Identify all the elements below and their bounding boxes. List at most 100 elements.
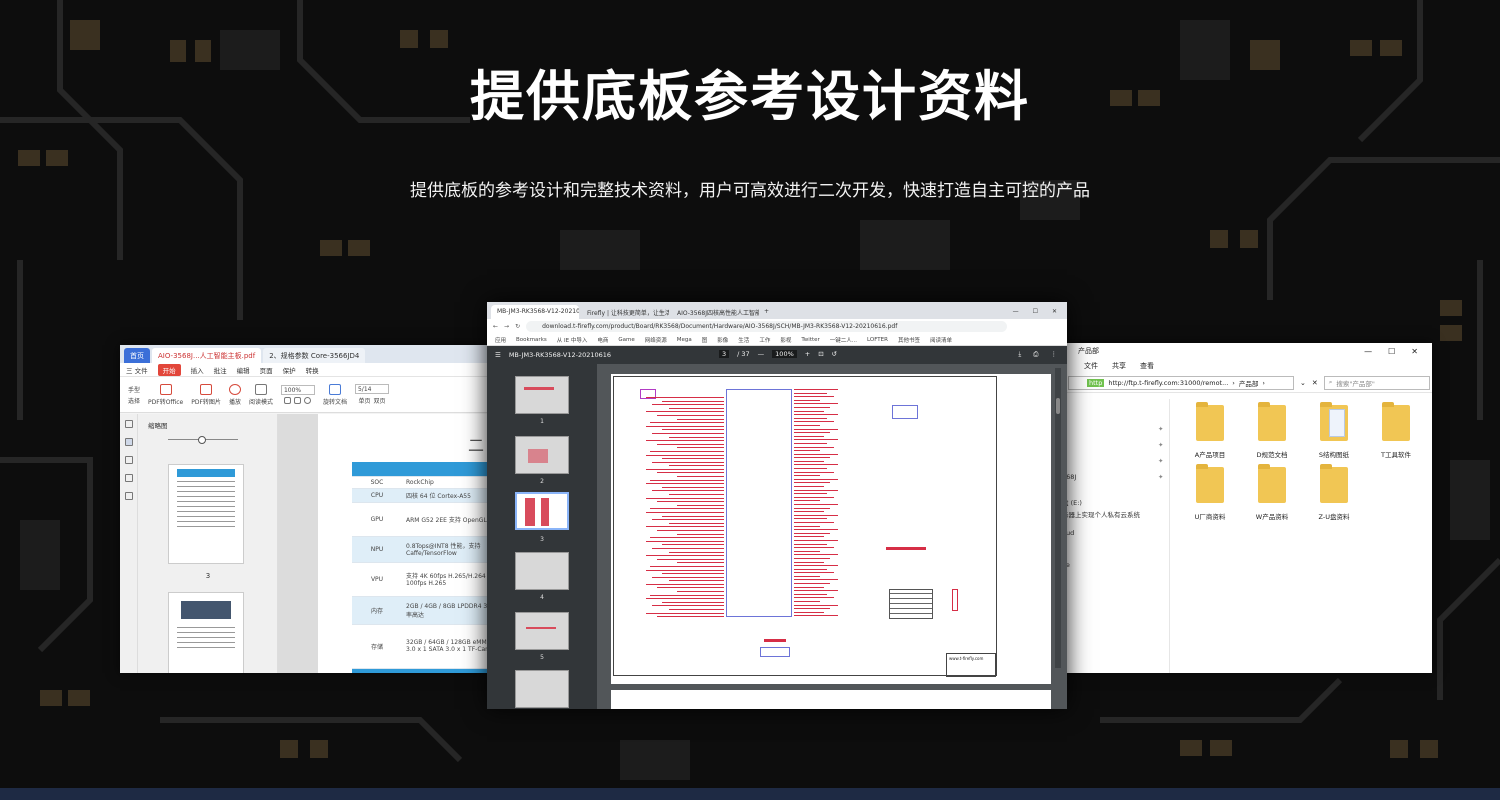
close-address-icon[interactable]: ✕ [1312,379,1318,387]
minimize-icon[interactable]: — [1364,347,1372,356]
double-page-button[interactable]: 双页 [373,396,385,405]
bookmark-item[interactable]: 其他书签 [898,336,920,344]
bookmark-item[interactable]: Bookmarks [516,337,547,343]
menu-protect[interactable]: 保护 [283,365,296,375]
menu-convert[interactable]: 转换 [306,365,319,375]
bookmark-item[interactable]: 生活 [738,336,749,344]
select-tool-button[interactable]: 选择 [128,396,140,405]
more-icon[interactable]: ⋮ [1051,350,1058,359]
breadcrumb[interactable]: 产品部 [1239,378,1259,388]
single-page-button[interactable]: 单页 [358,396,370,405]
folder-item[interactable]: T工具软件 [1366,402,1426,459]
fit-page-icon[interactable]: ⊡ [818,350,823,358]
zoom-in-icon[interactable]: + [805,350,810,358]
signature-icon[interactable] [124,492,133,500]
rotate-icon[interactable]: ↺ [832,350,837,358]
rotate-doc-button[interactable]: 旋转文档 [323,383,347,406]
bookmark-item[interactable]: Game [618,337,634,343]
ribbon-view[interactable]: 查看 [1140,361,1154,371]
url-bar[interactable]: download.t-firefly.com/product/Board/RK3… [526,321,1007,332]
bookmark-item[interactable]: 工作 [759,336,770,344]
folder-item[interactable]: S结构图纸 [1304,402,1364,459]
bookmark-icon[interactable] [124,420,133,428]
thumbnail-icon[interactable] [124,438,133,446]
tab-aio-3568j[interactable]: AIO-3568J四核高性能人工智能... [671,305,759,319]
ribbon-file[interactable]: 文件 [1084,361,1098,371]
pdf-thumbnail[interactable] [515,436,569,474]
menu-insert[interactable]: 插入 [191,365,204,375]
comment-icon[interactable] [124,456,133,464]
folder-item[interactable]: A产品项目 [1180,402,1240,459]
search-input[interactable]: ⌕ 搜索"产品部" [1323,375,1430,390]
menu-file[interactable]: 三 文件 [126,365,148,375]
bookmark-item[interactable]: 图 [702,336,708,344]
bookmark-item[interactable]: 一键二人... [830,336,857,344]
chevron-down-icon[interactable]: ⌄ [1300,379,1306,387]
maximize-icon[interactable]: ☐ [1033,308,1038,315]
pdf-thumbnail-selected[interactable] [515,492,569,530]
menu-icon[interactable]: ☰ [495,351,501,359]
fit-page-icon[interactable] [284,397,292,404]
menu-page[interactable]: 页面 [260,365,273,375]
nav-item[interactable]: 务器上实现个人私有云系统 [1062,509,1140,519]
page-thumbnail[interactable] [168,592,244,673]
bookmark-item[interactable]: 电商 [597,336,608,344]
hand-tool-button[interactable]: 手型 [128,385,140,394]
close-icon[interactable]: ✕ [1411,347,1418,356]
maximize-icon[interactable]: ☐ [1388,347,1395,356]
zoom-select[interactable]: 100% [280,385,315,395]
tab-firefly[interactable]: Firefly | 让科技更简单，让生活更... [581,305,669,319]
folder-item[interactable]: D规范文档 [1242,402,1302,459]
folder-item[interactable]: U厂商资料 [1180,464,1240,521]
attachment-icon[interactable] [124,474,133,482]
pdf-to-image-button[interactable]: PDF转图片 [191,383,221,406]
bookmark-item[interactable]: 影像 [717,336,728,344]
bookmark-item[interactable]: 影视 [780,336,791,344]
page-number-input[interactable]: 3 [719,350,730,358]
menu-edit[interactable]: 编辑 [237,365,250,375]
bookmark-item[interactable]: LOFTER [867,337,888,343]
tab-aio-pdf[interactable]: AIO-3568J...人工智能主板.pdf [152,348,262,363]
download-icon[interactable]: ⤓ [1018,350,1021,359]
ribbon-share[interactable]: 共享 [1112,361,1126,371]
minimize-icon[interactable]: — [1013,308,1019,315]
print-icon[interactable]: ⎙ [1033,350,1038,359]
menu-start[interactable]: 开始 [157,363,181,376]
pdf-thumbnail[interactable] [515,670,569,708]
play-button[interactable]: 播放 [228,383,241,406]
pdf-thumbnail[interactable] [515,552,569,590]
thumbnail-size-slider[interactable] [168,436,238,444]
folder-item[interactable]: Z-U盘资料 [1304,464,1364,521]
tab-schematic-pdf[interactable]: MB-JM3-RK3568-V12-20210... [491,305,579,319]
pdf-thumbnail[interactable] [515,376,569,414]
back-icon[interactable]: ← [493,323,498,330]
zoom-input[interactable]: 100% [772,350,797,358]
bookmark-item[interactable]: 阅读清单 [930,336,952,344]
folder-item[interactable]: W产品资料 [1242,464,1302,521]
zoom-out-icon[interactable]: — [758,350,765,358]
bookmark-item[interactable]: 网络资源 [645,336,667,344]
forward-icon[interactable]: → [504,323,509,330]
tab-home[interactable]: 首页 [124,348,150,363]
fit-width-icon[interactable] [294,397,302,404]
page-thumbnail[interactable] [168,464,244,564]
page-input[interactable]: 5/14 [354,384,389,394]
thumbnail-panel: 缩略图 3 [138,414,278,673]
new-tab-button[interactable]: + [761,305,775,319]
reload-icon[interactable]: ↻ [515,323,520,330]
rotate-left-icon[interactable] [304,397,312,404]
bookmark-item[interactable]: Twitter [801,337,819,343]
tab-spec-doc[interactable]: 2、规格参数 Core-3566JD4 [263,348,366,363]
bookmark-item[interactable]: 从 IE 中导入 [557,336,588,344]
read-mode-button[interactable]: 阅读模式 [249,383,273,406]
menu-annotate[interactable]: 批注 [214,365,227,375]
scrollbar[interactable] [1055,368,1061,668]
pdf-to-office-button[interactable]: PDF转Office [148,383,183,406]
close-icon[interactable]: ✕ [1052,308,1057,315]
address-bar[interactable]: http http://ftp.t-firefly.com:31000/remo… [1068,375,1294,390]
pdf-thumbnail[interactable] [515,612,569,650]
bookmark-item[interactable]: 应用 [495,336,506,344]
thumb-board-image [181,601,231,619]
bookmark-item[interactable]: Mega [677,337,692,343]
schematic-pin [669,465,724,467]
